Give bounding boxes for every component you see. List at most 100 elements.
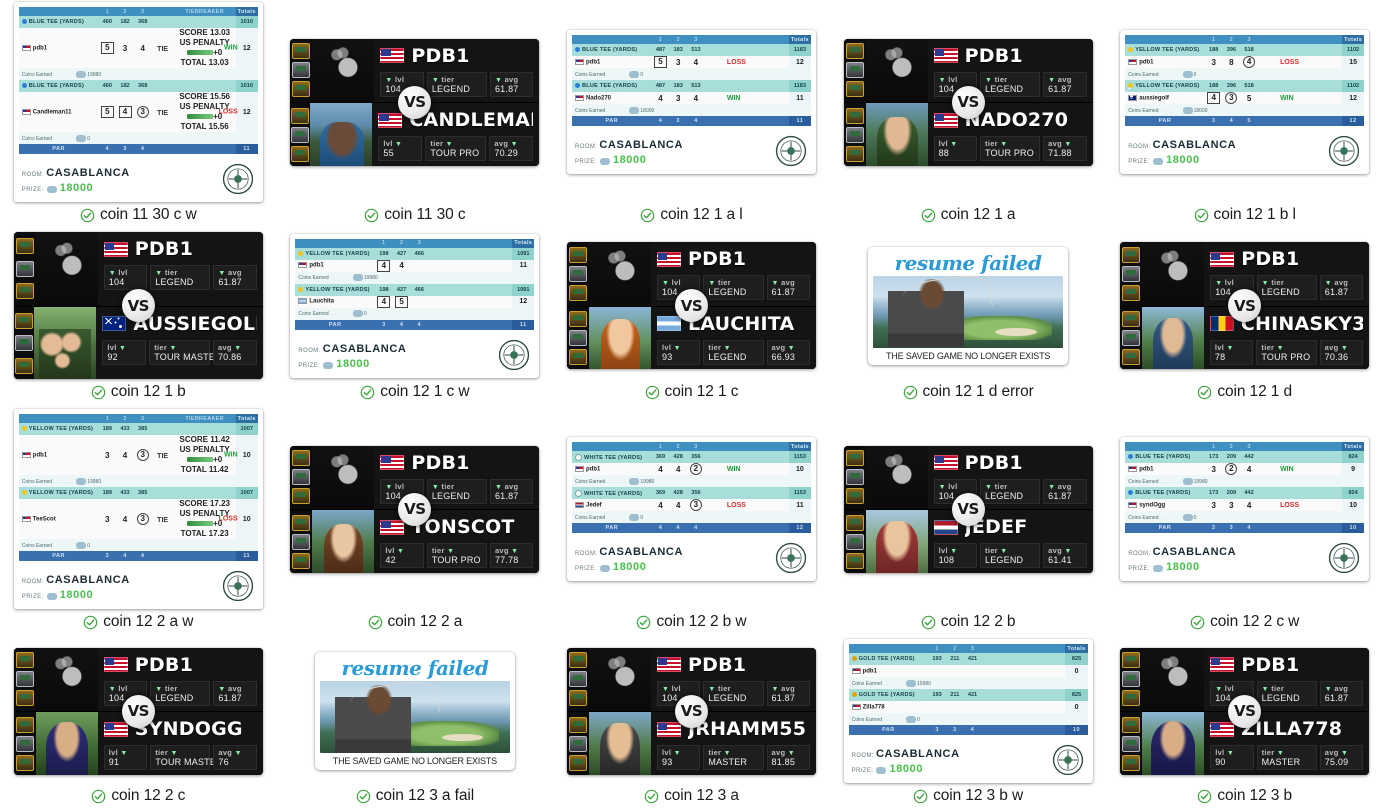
scorecard[interactable]: 123 Totals WHITE TEE (YARDS) 369 428 356 1153… (566, 437, 816, 581)
thumbnail-caption[interactable]: coin 12 3 b w (913, 783, 1023, 809)
stat-value: 77.78 (494, 555, 519, 565)
footer-text: ROOM: CASABLANCA PRIZE: 18000 (22, 166, 130, 196)
tee-yards: 385 (138, 426, 148, 432)
scorecard[interactable]: 123 TIEBREAKER Totals YELLOW TEE (YARDS) 18… (13, 409, 263, 609)
trophy-icon (568, 284, 587, 301)
stat-label: ▼ tier (1261, 683, 1285, 693)
tiebreaker-cell: SCORE 11.42 US PENALTY +0 TOTAL 11.42 WIN (174, 435, 238, 475)
arrow-icon: ▼ (1064, 141, 1072, 148)
tee-name: BLUE TEE (YARDS) (19, 16, 99, 28)
tee-pad2 (727, 44, 789, 56)
thumbnail-caption[interactable]: coin 12 1 b l (1194, 202, 1296, 228)
thumbnail-image: resume failed THE SAVED GAME NO LONGER EX… (834, 232, 1103, 379)
vs-match-card[interactable]: PDB1 ▼ lvl 104 ▼ tier LEGEND ▼ avg 61.87 LAUCHI… (566, 242, 816, 369)
thumbnail-caption[interactable]: coin 12 2 c w (1190, 609, 1299, 635)
par-total: 11 (235, 144, 258, 154)
coin-icon (629, 477, 640, 485)
header-totals: Totals (788, 442, 811, 451)
stat-label: ▼ tier (708, 683, 731, 693)
tee-total: 824 (1342, 487, 1365, 499)
trophy-column (1120, 306, 1142, 369)
vs-player-opponent: NADO270 lvl ▼ 88 tier ▼ TOUR PRO avg ▼ 71.88 (843, 103, 1093, 166)
thumbnail-image: PDB1 ▼ lvl 104 ▼ tier LEGEND ▼ avg 61.87 JRHAMM… (557, 639, 826, 783)
player-name-line: CANDLEMAN11 (378, 107, 533, 133)
player-name: JEDEF (964, 516, 1028, 538)
thumbnail-caption[interactable]: coin 12 1 d error (903, 379, 1034, 405)
stat-value: 104 (938, 490, 955, 501)
vs-match-card[interactable]: PDB1 ▼ lvl 104 ▼ tier LEGEND ▼ avg 61.87 AUSSIE… (13, 232, 263, 379)
thumbnail-caption[interactable]: coin 12 2 b (921, 609, 1016, 635)
stat-value: 61.87 (1048, 490, 1072, 501)
thumbnail-caption[interactable]: coin 12 2 c (91, 783, 185, 809)
stat-lvl: lvl ▼ 108 (933, 543, 978, 568)
scorecard[interactable]: 123 Totals YELLOW TEE (YARDS) 188 396 518 110… (1120, 30, 1370, 174)
thumbnail-caption[interactable]: coin 11 30 c w (80, 202, 197, 228)
thumbnail-caption[interactable]: coin 12 1 d (1197, 379, 1292, 405)
stat-label: tier ▼ (708, 748, 731, 757)
arrow-icon: ▼ (950, 141, 958, 148)
avatar-image (1142, 242, 1205, 306)
stat-value: LEGEND (1261, 692, 1300, 703)
tee-pad (1258, 451, 1280, 463)
thumbnail-caption[interactable]: coin 12 1 a l (640, 202, 743, 228)
tee-total: 1010 (235, 80, 258, 92)
trophy-icon (845, 450, 864, 467)
thumbnail-caption[interactable]: coin 12 1 c w (360, 379, 470, 405)
scorecard[interactable]: 123 Totals YELLOW TEE (YARDS) 198 427 466 109… (290, 233, 540, 378)
header-tiebreaker (726, 442, 789, 451)
scorecard[interactable]: 123 Totals GOLD TEE (YARDS) 193 211 421 825 pd… (843, 639, 1093, 783)
room-value: CASABLANCA (599, 139, 683, 152)
player-name-cell: syndOgg (1125, 499, 1205, 511)
par-pad (705, 116, 727, 126)
thumbnail-caption[interactable]: coin 12 1 b (91, 379, 186, 405)
tee-yards: 356 (691, 490, 701, 496)
vs-match-card[interactable]: PDB1 ▼ lvl 104 ▼ tier LEGEND ▼ avg 61.87 TONSCO… (290, 445, 540, 573)
vs-match-card[interactable]: PDB1 ▼ lvl 104 ▼ tier LEGEND ▼ avg 61.87 JRHAMM… (566, 647, 816, 775)
thumbnail-caption[interactable]: coin 12 1 c (645, 379, 739, 405)
player-name-line: PDB1 (380, 450, 533, 476)
score-cell: 4 (675, 464, 681, 474)
scorecard-table: 123 Totals YELLOW TEE (YARDS) 198 427 466 109… (295, 238, 535, 330)
outcome-label: LOSS (1280, 501, 1300, 509)
par-row: PAR 4 4 4 12 (571, 523, 811, 533)
header-tiebreaker (726, 35, 789, 44)
vs-match-card[interactable]: PDB1 ▼ lvl 104 ▼ tier LEGEND ▼ avg 61.87 ZILLA7… (1120, 647, 1370, 775)
penalty-bar (187, 521, 214, 527)
thumbnail-image: PDB1 ▼ lvl 104 ▼ tier LEGEND ▼ avg 61.87 SYNDOG… (4, 639, 273, 783)
trophy-icon (292, 81, 311, 98)
player-score-row: Zilla778 0 (848, 701, 1088, 713)
score-box: 4 (1207, 92, 1221, 104)
thumbnail-caption[interactable]: coin 12 2 b w (636, 609, 747, 635)
thumbnail-caption[interactable]: coin 11 30 c (364, 202, 466, 228)
score-cell: 5 (393, 295, 411, 308)
vs-match-card[interactable]: PDB1 ▼ lvl 104 ▼ tier LEGEND ▼ avg 61.87 JEDEF l… (843, 445, 1093, 573)
tee-yards: 385 (138, 490, 148, 496)
score-circle: 2 (1225, 463, 1238, 475)
thumbnail-caption[interactable]: coin 12 3 a fail (356, 783, 474, 809)
avatar-image (588, 242, 651, 306)
vs-match-card[interactable]: PDB1 ▼ lvl 104 ▼ tier LEGEND ▼ avg 61.87 SYNDOG… (13, 647, 263, 775)
trophy-icon (845, 107, 864, 124)
stat-label: lvl ▼ (661, 342, 681, 352)
scorecard[interactable]: 123 TIEBREAKER Totals BLUE TEE (YARDS) 460 1… (13, 2, 263, 202)
arrow-icon: ▼ (1048, 483, 1056, 491)
player-stats: ▼ lvl 104 ▼ tier LEGEND ▼ avg 61.87 (933, 478, 1087, 504)
resume-failed-card[interactable]: resume failed THE SAVED GAME NO LONGER EX… (868, 246, 1069, 365)
thumbnail-caption[interactable]: coin 12 2 a (368, 609, 462, 635)
player-stats: ▼ lvl 104 ▼ tier LEGEND ▼ avg 61.87 (380, 71, 534, 97)
stat-avg: ▼ avg 61.87 (766, 275, 810, 300)
vs-match-card[interactable]: PDB1 ▼ lvl 104 ▼ tier LEGEND ▼ avg 61.87 CHINAS… (1120, 242, 1370, 369)
thumbnail-caption[interactable]: coin 12 3 b (1197, 783, 1292, 809)
thumbnail-caption[interactable]: coin 12 3 a (644, 783, 739, 809)
thumbnail-caption[interactable]: coin 12 2 a w (83, 609, 193, 635)
resume-failed-card[interactable]: resume failed THE SAVED GAME NO LONGER EX… (314, 652, 515, 770)
tee-row: YELLOW TEE (YARDS) 188 396 518 1102 (1125, 80, 1365, 92)
scorecard[interactable]: 123 Totals BLUE TEE (YARDS) 487 183 513 1183 p… (566, 30, 816, 174)
scorecard[interactable]: 123 Totals BLUE TEE (YARDS) 173 209 442 824 pd… (1120, 437, 1370, 581)
tee-yards: 428 (673, 454, 683, 460)
avatar-image (588, 647, 651, 711)
thumbnail-caption[interactable]: coin 12 1 a (921, 202, 1016, 228)
trophy-icon (568, 671, 587, 688)
vs-match-card[interactable]: PDB1 ▼ lvl 104 ▼ tier LEGEND ▼ avg 61.87 CANDLE… (290, 38, 540, 166)
vs-match-card[interactable]: PDB1 ▼ lvl 104 ▼ tier LEGEND ▼ avg 61.87 NADO27… (843, 38, 1093, 166)
